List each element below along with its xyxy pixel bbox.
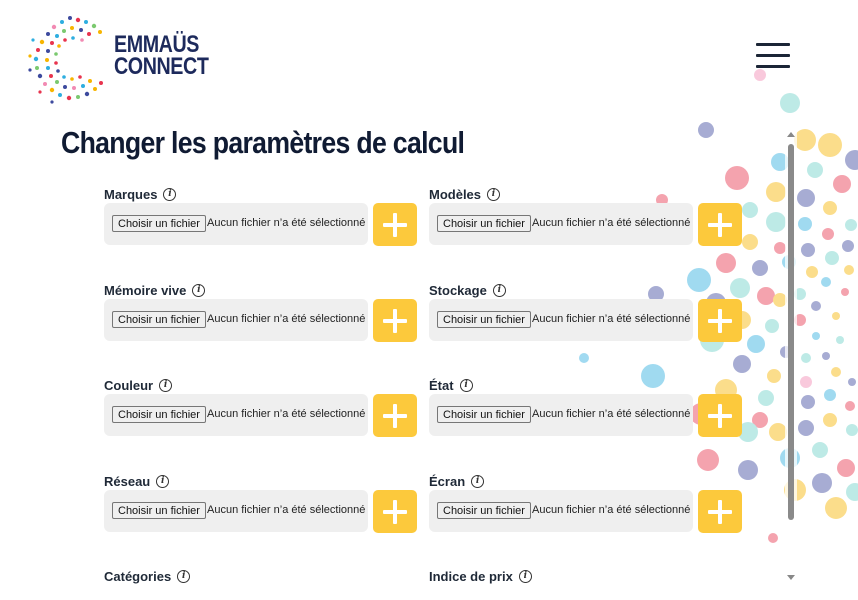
- file-status-text: Aucun fichier n’a été sélectionné: [207, 217, 366, 229]
- field-label-text: Modèles: [429, 187, 482, 202]
- info-icon[interactable]: i: [159, 379, 173, 392]
- brand-wordmark: EMMAÜS CONNECT: [114, 33, 209, 80]
- info-icon[interactable]: i: [459, 379, 473, 392]
- page-title: Changer les paramètres de calcul: [61, 125, 465, 160]
- file-status-text: Aucun fichier n’a été sélectionné: [532, 504, 691, 516]
- add-stockage-button[interactable]: [698, 299, 742, 342]
- field-label: Couleur i: [104, 378, 173, 393]
- field-label-text: Mémoire vive: [104, 283, 187, 298]
- logo-dot-mark-icon: [28, 16, 103, 104]
- file-status-text: Aucun fichier n’a été sélectionné: [532, 408, 691, 420]
- file-status-text: Aucun fichier n’a été sélectionné: [532, 313, 691, 325]
- field-label-text: Stockage: [429, 283, 487, 298]
- scroll-down-arrow-icon[interactable]: [787, 575, 795, 580]
- file-input-modeles[interactable]: Choisir un fichier Aucun fichier n’a été…: [429, 203, 693, 245]
- info-icon[interactable]: i: [487, 188, 501, 201]
- info-icon[interactable]: i: [492, 284, 506, 297]
- choose-file-button[interactable]: Choisir un fichier: [437, 215, 531, 232]
- file-input-reseau[interactable]: Choisir un fichier Aucun fichier n’a été…: [104, 490, 368, 532]
- add-marques-button[interactable]: [373, 203, 417, 246]
- file-input-stockage[interactable]: Choisir un fichier Aucun fichier n’a été…: [429, 299, 693, 341]
- brand-line-2: CONNECT: [114, 53, 209, 80]
- add-ecran-button[interactable]: [698, 490, 742, 533]
- add-modeles-button[interactable]: [698, 203, 742, 246]
- scrollbar-thumb[interactable]: [788, 144, 794, 520]
- scrollbar[interactable]: [785, 128, 797, 588]
- file-input-ecran[interactable]: Choisir un fichier Aucun fichier n’a été…: [429, 490, 693, 532]
- choose-file-button[interactable]: Choisir un fichier: [437, 406, 531, 423]
- field-label-text: Réseau: [104, 474, 151, 489]
- info-icon[interactable]: i: [471, 475, 485, 488]
- field-label: Réseau i: [104, 474, 170, 489]
- choose-file-button[interactable]: Choisir un fichier: [112, 406, 206, 423]
- file-input-memoire-vive[interactable]: Choisir un fichier Aucun fichier n’a été…: [104, 299, 368, 341]
- field-label-text: Indice de prix: [429, 569, 513, 584]
- choose-file-button[interactable]: Choisir un fichier: [112, 311, 206, 328]
- emmaus-connect-logo[interactable]: EMMAÜS CONNECT: [26, 12, 216, 107]
- file-status-text: Aucun fichier n’a été sélectionné: [207, 504, 366, 516]
- add-memoire-vive-button[interactable]: [373, 299, 417, 342]
- info-icon[interactable]: i: [192, 284, 206, 297]
- choose-file-button[interactable]: Choisir un fichier: [112, 215, 206, 232]
- file-status-text: Aucun fichier n’a été sélectionné: [207, 313, 366, 325]
- add-etat-button[interactable]: [698, 394, 742, 437]
- field-label-text: Marques: [104, 187, 158, 202]
- field-label: Indice de prix i: [429, 569, 532, 584]
- file-status-text: Aucun fichier n’a été sélectionné: [532, 217, 691, 229]
- field-label-text: Couleur: [104, 378, 154, 393]
- file-status-text: Aucun fichier n’a été sélectionné: [207, 408, 366, 420]
- info-icon[interactable]: i: [156, 475, 170, 488]
- field-label: État i: [429, 378, 473, 393]
- field-label: Marques i: [104, 187, 177, 202]
- choose-file-button[interactable]: Choisir un fichier: [112, 502, 206, 519]
- field-label: Catégories i: [104, 569, 191, 584]
- file-input-etat[interactable]: Choisir un fichier Aucun fichier n’a été…: [429, 394, 693, 436]
- field-label: Stockage i: [429, 283, 506, 298]
- field-label-text: Écran: [429, 474, 466, 489]
- hamburger-menu-icon[interactable]: [756, 43, 790, 71]
- info-icon[interactable]: i: [163, 188, 177, 201]
- file-input-couleur[interactable]: Choisir un fichier Aucun fichier n’a été…: [104, 394, 368, 436]
- field-label-text: Catégories: [104, 569, 172, 584]
- info-icon[interactable]: i: [518, 570, 532, 583]
- add-couleur-button[interactable]: [373, 394, 417, 437]
- file-input-marques[interactable]: Choisir un fichier Aucun fichier n’a été…: [104, 203, 368, 245]
- choose-file-button[interactable]: Choisir un fichier: [437, 311, 531, 328]
- field-label-text: État: [429, 378, 454, 393]
- field-label: Écran i: [429, 474, 485, 489]
- scroll-up-arrow-icon[interactable]: [787, 132, 795, 137]
- field-label: Modèles i: [429, 187, 501, 202]
- choose-file-button[interactable]: Choisir un fichier: [437, 502, 531, 519]
- field-label: Mémoire vive i: [104, 283, 206, 298]
- add-reseau-button[interactable]: [373, 490, 417, 533]
- info-icon[interactable]: i: [177, 570, 191, 583]
